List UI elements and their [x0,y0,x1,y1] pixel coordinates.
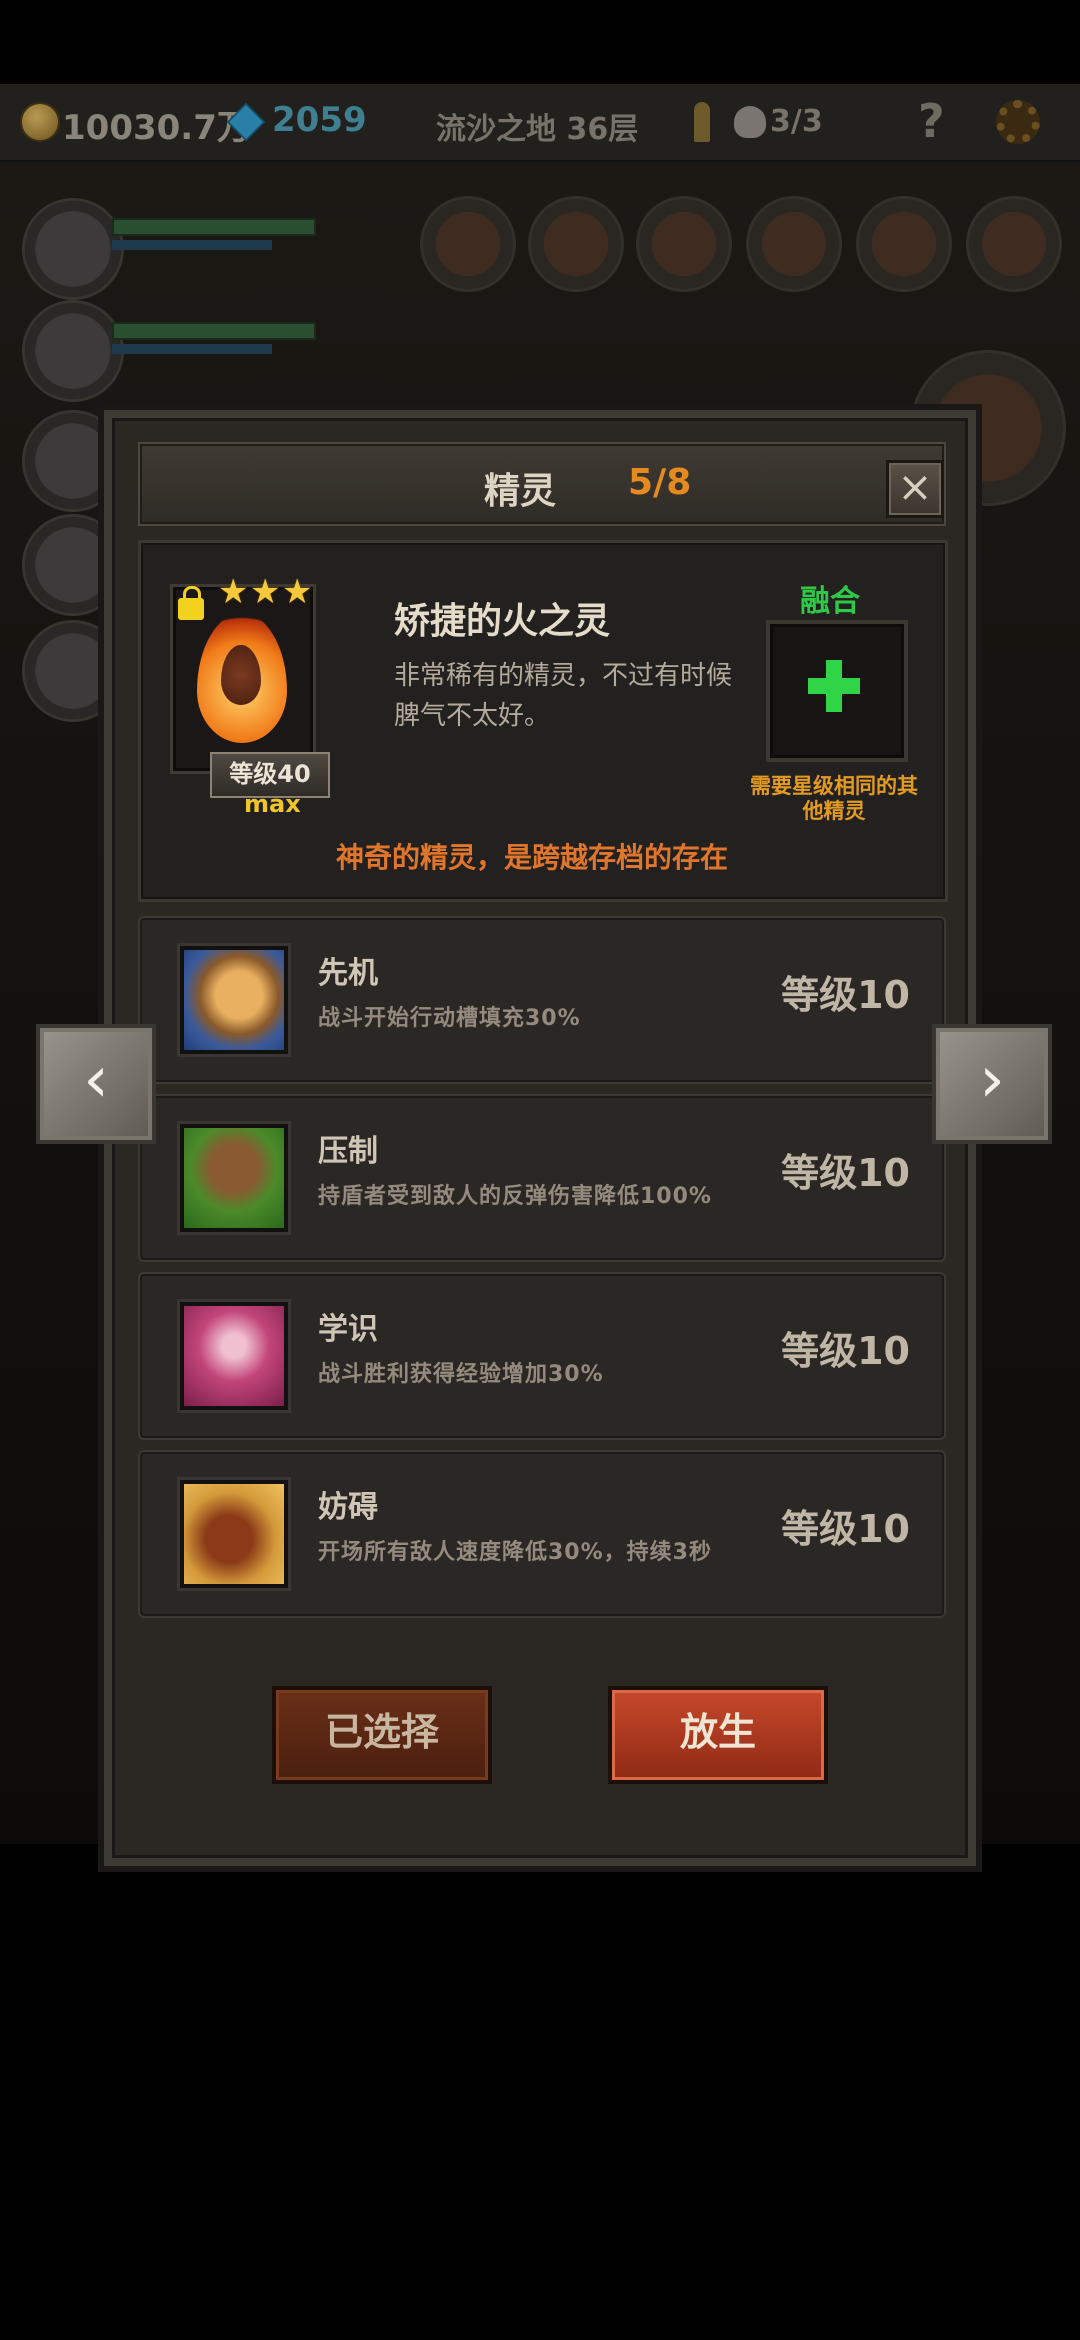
selected-button[interactable]: 已选择 [272,1686,492,1784]
skill-card[interactable]: 压制 持盾者受到敌人的反弹伤害降低100% 等级10 [138,1094,946,1262]
leopard-icon [180,946,288,1054]
skill-level: 等级10 [781,1329,910,1373]
hero-energy-bar [112,240,272,250]
next-spirit-button[interactable]: › [932,1024,1052,1144]
skill-card[interactable]: 学识 战斗胜利获得经验增加30% 等级10 [138,1272,946,1440]
skull-icon [734,106,766,138]
star-icon: ★ [218,572,249,612]
spirit-tagline: 神奇的精灵，是跨越存档的存在 [336,841,729,874]
star-icon: ★ [250,572,281,612]
hero-avatar [22,300,124,402]
lock-icon [178,586,204,620]
hero-health-bar [112,218,316,236]
skill-level: 等级10 [781,1151,910,1195]
spirit-dialog: 精灵 5/8 × ★ ★ ★ 等级40 max 矫捷的火之灵 非常稀有的精灵，不… [104,410,976,1866]
skill-slot-icon [528,196,624,292]
skill-level: 等级10 [781,973,910,1017]
gold-coin-icon [20,102,60,142]
skill-slot-icon [966,196,1062,292]
spirit-count: 5/8 [628,462,692,503]
skill-slot-icon [856,196,952,292]
fusion-label: 融合 [800,584,860,619]
skull-count: 3/3 [770,104,823,139]
help-button[interactable]: ? [918,94,945,148]
skill-description: 战斗开始行动槽填充30% [318,1006,581,1031]
skill-description: 持盾者受到敌人的反弹伤害降低100% [318,1184,712,1209]
skill-name: 学识 [318,1312,378,1347]
dialog-title: 精灵 [484,471,557,512]
skill-description: 开场所有敌人速度降低30%，持续3秒 [318,1540,712,1565]
skill-name: 压制 [318,1134,378,1169]
prev-spirit-button[interactable]: ‹ [36,1024,156,1144]
hero-energy-bar [112,344,272,354]
skill-level: 等级10 [781,1507,910,1551]
hero-avatar [22,198,124,300]
gear-icon[interactable] [996,100,1040,144]
stage-label: 流沙之地 36层 [436,112,639,147]
beast-claw-icon [180,1124,288,1232]
skill-description: 战斗胜利获得经验增加30% [318,1362,604,1387]
skill-slot-icon [746,196,842,292]
close-button[interactable]: × [886,460,944,518]
skill-card[interactable]: 先机 战斗开始行动槽填充30% 等级10 [138,916,946,1084]
max-badge: max [244,790,301,818]
skill-slot-icon [636,196,732,292]
gold-amount: 10030.7万 [62,108,251,148]
release-button[interactable]: 放生 [608,1686,828,1784]
skill-name: 先机 [318,956,378,991]
skill-slot-icon [420,196,516,292]
skill-card[interactable]: 妨碍 开场所有敌人速度降低30%，持续3秒 等级10 [138,1450,946,1618]
spirit-description: 非常稀有的精灵，不过有时候脾气不太好。 [394,661,733,731]
chained-boot-icon [180,1480,288,1588]
gem-amount: 2059 [272,100,367,140]
hero-health-bar [112,322,316,340]
star-icon: ★ [282,572,313,612]
skill-name: 妨碍 [318,1490,378,1525]
spirit-name: 矫捷的火之灵 [394,601,611,642]
wise-face-icon [180,1302,288,1410]
fusion-note: 需要星级相同的其他精灵 [750,774,918,823]
top-status-bar: 10030.7万 2059 流沙之地 36层 3/3 ? [0,84,1080,162]
plus-icon[interactable] [794,654,874,718]
key-icon [694,102,710,142]
